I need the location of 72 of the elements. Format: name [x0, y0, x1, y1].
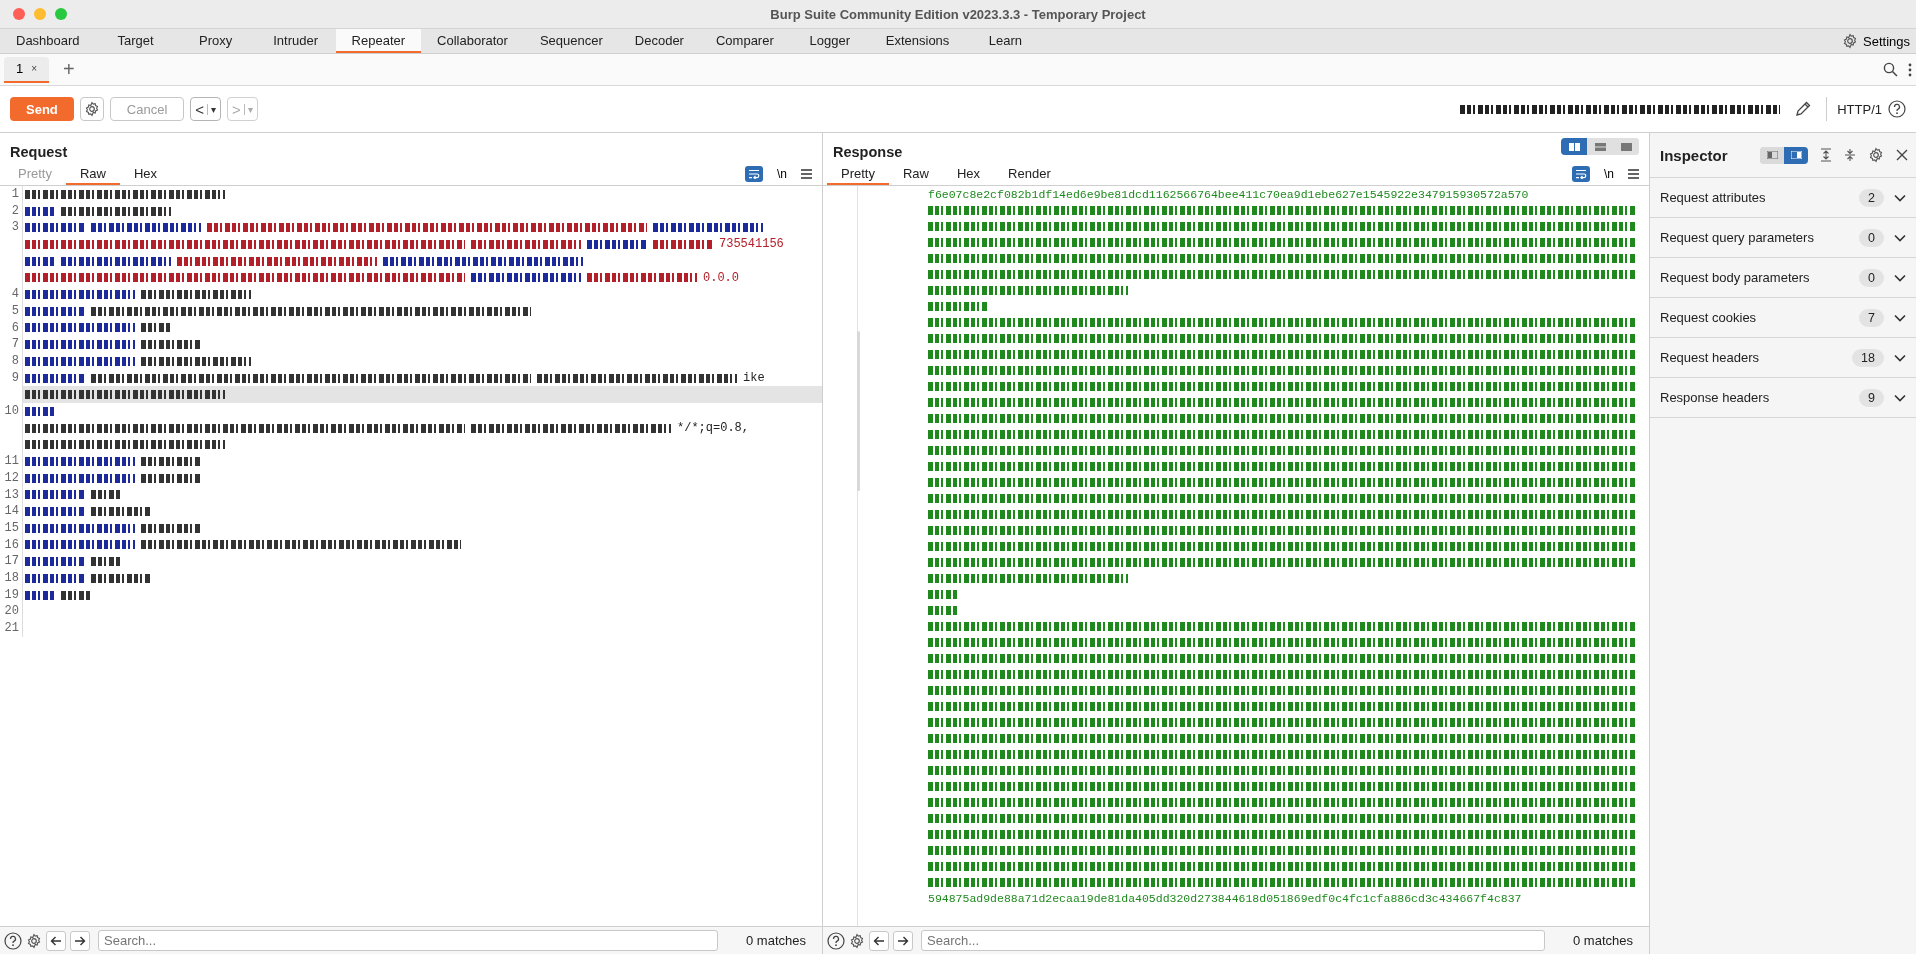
- protocol-label: HTTP/1: [1826, 97, 1882, 121]
- line-number: 18: [3, 570, 20, 587]
- section-label[interactable]: Request query parameters: [1660, 230, 1850, 245]
- main-tab[interactable]: Extensions: [869, 29, 966, 53]
- line-number: 5: [10, 302, 20, 320]
- editor-tab[interactable]: Raw: [888, 163, 943, 185]
- section-label[interactable]: Request headers: [1660, 350, 1843, 365]
- search-field[interactable]: Search...: [921, 930, 1545, 951]
- main-tab[interactable]: Proxy: [175, 29, 256, 53]
- code-text: */*;q=0.8,: [677, 421, 749, 436]
- search-field[interactable]: Search...: [98, 930, 718, 951]
- panel-title: Response: [833, 144, 903, 162]
- count-badge: 18: [1852, 348, 1884, 367]
- settings-button[interactable]: Settings: [1836, 29, 1916, 53]
- line-number: 6: [10, 319, 20, 337]
- main-tab[interactable]: Dashboard: [0, 29, 96, 53]
- match-count: 0 matches: [745, 933, 807, 948]
- count-badge: 9: [1859, 388, 1884, 407]
- inspector-title: Inspector: [1660, 146, 1728, 164]
- main-tab[interactable]: Learn: [965, 29, 1046, 53]
- section-label[interactable]: Request attributes: [1660, 190, 1850, 205]
- line-number: 2: [10, 202, 20, 220]
- line-number: 11: [3, 453, 20, 470]
- code-text: 594875ad9de88a71d2ecaa19de81da405dd320d273844618d051869edf0c4fc1cfa886cd3c434667f4c837: [928, 891, 1522, 905]
- section-label[interactable]: Response headers: [1660, 390, 1850, 405]
- line-number: 17: [3, 553, 20, 571]
- count-badge: 0: [1859, 268, 1884, 287]
- line-number: 3: [10, 219, 20, 237]
- code-text: 0.0.0: [703, 270, 739, 285]
- section-label[interactable]: Request body parameters: [1660, 270, 1850, 285]
- code-text: 735541156: [719, 237, 784, 252]
- editor-tab[interactable]: Pretty: [827, 163, 889, 185]
- main-tab[interactable]: Decoder: [618, 29, 700, 53]
- editor-tab[interactable]: Raw: [65, 163, 120, 185]
- line-number: 12: [3, 469, 20, 487]
- main-tab[interactable]: Collaborator: [421, 29, 524, 53]
- window-title: Burp Suite Community Edition v2023.3.3 - Temporary Project: [770, 6, 1146, 22]
- line-number: 21: [3, 620, 20, 637]
- code-text: f6e07c8e2cf082b1df14ed6e9be81dcd1162566764bee411c70ea9d1ebe627e1545922e347915930572a570: [928, 187, 1529, 201]
- line-number: 7: [10, 336, 20, 353]
- count-badge: 0: [1859, 228, 1884, 247]
- editor-tab[interactable]: Hex: [943, 163, 995, 185]
- line-number: 15: [3, 519, 20, 537]
- main-tab[interactable]: Target: [95, 29, 176, 53]
- code-text: ike: [743, 371, 765, 385]
- main-tab[interactable]: Intruder: [255, 29, 336, 53]
- main-tab[interactable]: Logger: [789, 29, 870, 53]
- newline-toggle[interactable]: \n: [777, 167, 787, 181]
- line-number: 9: [10, 369, 20, 387]
- main-tab[interactable]: Sequencer: [523, 29, 619, 53]
- count-badge: 7: [1859, 308, 1884, 327]
- session-tab[interactable]: 1 ×: [4, 56, 50, 83]
- main-tab[interactable]: Repeater: [335, 29, 422, 53]
- line-number: 16: [3, 536, 20, 554]
- line-number: 20: [3, 603, 20, 621]
- line-number: 10: [3, 403, 20, 421]
- line-number: 13: [3, 486, 20, 504]
- newline-toggle[interactable]: \n: [1604, 167, 1614, 181]
- main-tab[interactable]: Comparer: [699, 29, 790, 53]
- line-number: 8: [10, 352, 20, 370]
- line-number: 4: [10, 286, 20, 303]
- match-count: 0 matches: [1572, 933, 1634, 948]
- line-number: 19: [3, 586, 20, 604]
- section-label[interactable]: Request cookies: [1660, 310, 1850, 325]
- line-number: 14: [3, 503, 20, 520]
- line-number: 1: [10, 186, 20, 203]
- editor-tab[interactable]: Hex: [120, 163, 172, 185]
- editor-tab[interactable]: Render: [994, 163, 1065, 185]
- panel-title: Request: [10, 144, 68, 162]
- count-badge: 2: [1859, 188, 1884, 207]
- new-tab-button[interactable]: +: [59, 58, 79, 81]
- back-button[interactable]: < ▾: [190, 97, 222, 121]
